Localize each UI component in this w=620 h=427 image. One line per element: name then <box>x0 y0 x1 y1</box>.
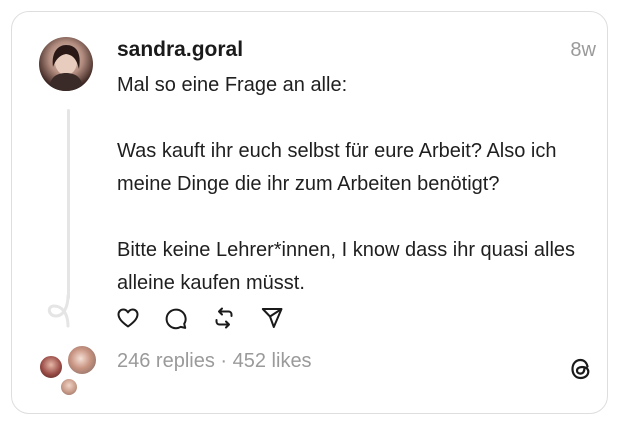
repost-button[interactable] <box>211 305 237 331</box>
post-paragraph: Mal so eine Frage an alle: <box>117 74 348 96</box>
participant-avatar <box>59 377 79 397</box>
post-timestamp[interactable]: 8w <box>570 39 596 62</box>
heart-icon <box>117 308 139 328</box>
threads-logo-icon[interactable] <box>568 356 594 382</box>
author-avatar[interactable] <box>39 37 93 91</box>
post-paragraph: Was kauft ihr euch selbst für eure Arbei… <box>117 140 557 195</box>
thread-loop-icon <box>47 294 70 328</box>
stats-separator: · <box>214 350 233 372</box>
repost-icon <box>215 307 233 329</box>
post-stats: 246 replies · 452 likes <box>117 350 312 373</box>
likes-count[interactable]: 452 likes <box>233 350 312 373</box>
reply-button[interactable] <box>163 305 189 331</box>
replies-count[interactable]: 246 replies <box>117 350 215 373</box>
post-text: Mal so eine Frage an alle: Was kauft ihr… <box>117 69 595 300</box>
comment-icon <box>165 308 187 330</box>
author-username[interactable]: sandra.goral <box>117 38 243 62</box>
post-paragraph: Bitte keine Lehrer*innen, I know dass ih… <box>117 239 576 294</box>
thread-connector-line <box>67 109 70 299</box>
like-button[interactable] <box>115 305 141 331</box>
participant-avatar <box>66 344 98 376</box>
participant-avatar <box>38 354 64 380</box>
post-actions <box>115 305 307 331</box>
share-button[interactable] <box>259 305 285 331</box>
share-icon <box>261 308 283 328</box>
reply-participants <box>38 344 100 400</box>
